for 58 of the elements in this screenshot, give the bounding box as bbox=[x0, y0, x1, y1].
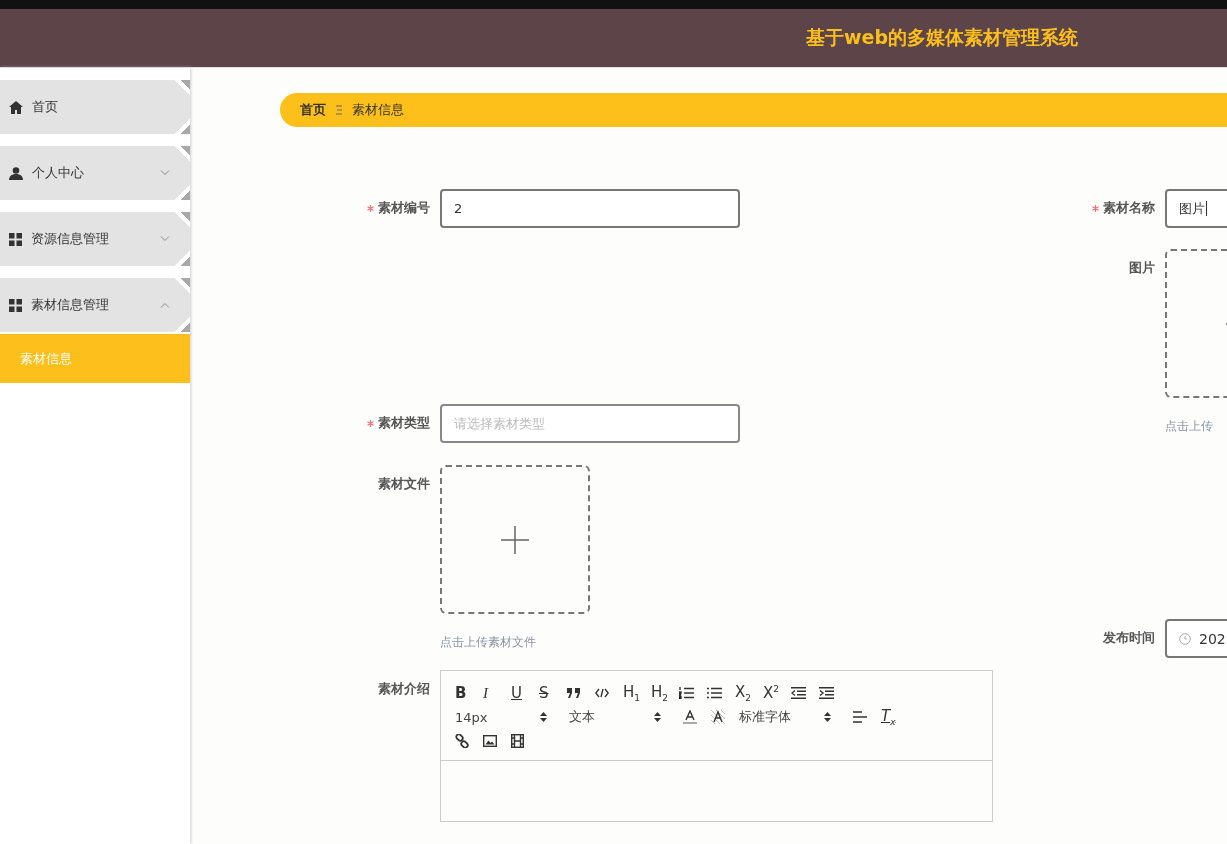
sort-arrows-icon bbox=[654, 712, 661, 722]
link-icon[interactable] bbox=[455, 734, 469, 748]
quote-icon[interactable] bbox=[567, 688, 581, 698]
ordered-list-icon[interactable] bbox=[679, 687, 694, 699]
field-value: 202 bbox=[1199, 630, 1226, 647]
toolbar-button[interactable]: S bbox=[539, 684, 567, 702]
field-label: 素材介绍 bbox=[377, 680, 431, 698]
menu-item[interactable]: 个人中心 bbox=[0, 146, 190, 200]
separator-icon bbox=[336, 105, 342, 115]
toolbar-button[interactable]: X$^{2}$ bbox=[763, 684, 791, 702]
date-field[interactable]: 202 bbox=[1165, 619, 1227, 658]
align-left-icon[interactable] bbox=[853, 711, 867, 723]
field-label: 素材编号 bbox=[360, 189, 440, 227]
toolbar-select[interactable]: 文本 bbox=[569, 708, 661, 726]
sort-arrows-icon bbox=[540, 712, 547, 722]
clock-icon bbox=[1179, 632, 1191, 645]
field-label: 图片 bbox=[1128, 259, 1156, 277]
sort-arrows-icon bbox=[824, 712, 831, 722]
indent-icon[interactable] bbox=[819, 687, 834, 699]
upload-hint: 点击上传 bbox=[1165, 418, 1214, 435]
toolbar-button[interactable]: B bbox=[455, 684, 483, 702]
menu-item[interactable]: 素材信息管理 bbox=[0, 278, 190, 332]
breadcrumb-link[interactable]: 首页 bbox=[300, 101, 326, 119]
outdent-icon[interactable] bbox=[791, 687, 806, 699]
toolbar-select[interactable]: 标准字体 bbox=[739, 708, 831, 726]
field-label: 素材文件 bbox=[377, 475, 431, 493]
field-value: 图片 bbox=[1179, 199, 1205, 218]
plus-icon bbox=[501, 525, 529, 554]
toolbar-button[interactable]: U bbox=[511, 684, 539, 702]
video-icon[interactable] bbox=[511, 734, 524, 748]
image-icon[interactable] bbox=[483, 735, 497, 747]
upload-hint: 点击上传素材文件 bbox=[440, 634, 537, 651]
app-title: 基于web的多媒体素材管理系统 bbox=[805, 25, 1078, 50]
toolbar-select[interactable]: 14px bbox=[455, 709, 547, 725]
highlight-icon[interactable] bbox=[711, 710, 725, 724]
user-icon bbox=[9, 166, 23, 180]
toolbar-button[interactable]: X$_{2}$ bbox=[735, 683, 763, 703]
field-value: 2 bbox=[454, 201, 463, 216]
menu-item[interactable]: 资源信息管理 bbox=[0, 212, 190, 266]
field-label: 素材类型 bbox=[360, 404, 440, 442]
toolbar-button[interactable]: H$_{1}$ bbox=[623, 683, 651, 703]
toolbar-button[interactable]: I bbox=[483, 684, 511, 702]
text-field[interactable]: 2 bbox=[440, 189, 740, 228]
code-icon[interactable] bbox=[595, 688, 609, 698]
menu-item[interactable]: 首页 bbox=[0, 80, 190, 134]
toolbar-button[interactable]: H$_{2}$ bbox=[651, 683, 679, 703]
breadcrumb-link[interactable]: 素材信息 bbox=[352, 101, 404, 119]
home-icon bbox=[9, 100, 23, 114]
toolbar-button[interactable]: T$_{x}$ bbox=[881, 707, 909, 727]
field-label: 素材名称 bbox=[1085, 189, 1165, 227]
bullet-list-icon[interactable] bbox=[707, 687, 722, 699]
field-label: 发布时间 bbox=[1102, 629, 1156, 647]
grid-icon bbox=[9, 232, 22, 246]
text-field[interactable]: 图片 bbox=[1165, 189, 1227, 228]
font-color-icon[interactable] bbox=[683, 710, 697, 724]
rich-text-editor[interactable]: B I U S H$_{1}$ H$_{2}$ X$_{2}$ X$^{2}$ 14px 文本 标准字体 T$_{x}$ bbox=[440, 670, 993, 822]
grid-icon bbox=[9, 298, 22, 312]
upload-box[interactable] bbox=[440, 465, 590, 614]
